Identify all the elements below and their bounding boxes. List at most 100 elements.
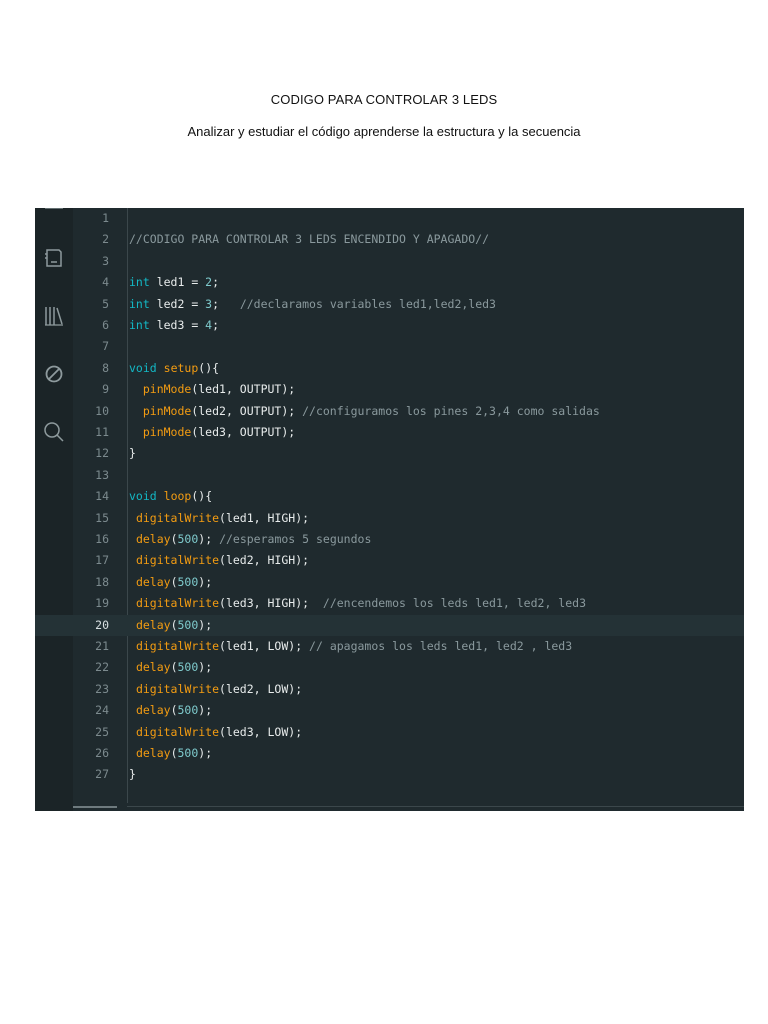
code-token: ; [212, 296, 240, 311]
code-line[interactable]: 24 delay(500); [35, 700, 744, 721]
code-token: 500 [177, 617, 199, 632]
code-token: (led1, LOW); [219, 639, 310, 653]
code-token: (){ [198, 360, 220, 375]
code-text: } [129, 764, 136, 785]
code-line[interactable]: 18 delay(500); [35, 572, 744, 593]
code-text: void loop(){ [129, 486, 212, 507]
code-token: } [129, 446, 136, 461]
code-token: (led3, HIGH); [219, 596, 323, 611]
code-token: //declaramos variables led1,led2,led3 [239, 296, 496, 311]
code-token: digitalWrite [135, 596, 220, 611]
line-number: 25 [95, 724, 109, 739]
editor-bottom-border [127, 806, 744, 807]
line-number: 26 [95, 746, 109, 760]
document-title: CODIGO PARA CONTROLAR 3 LEDS [270, 92, 498, 107]
code-token: pinMode [142, 382, 192, 397]
code-token: pinMode [142, 425, 192, 439]
code-text: digitalWrite(led1, HIGH); [129, 508, 309, 529]
code-token: delay [135, 617, 171, 632]
code-text: digitalWrite(led2, HIGH); [129, 550, 309, 571]
code-token: //CODIGO PARA CONTROLAR 3 LEDS ENCENDIDO… [129, 232, 490, 247]
code-line[interactable]: 11 pinMode(led3, OUTPUT); [35, 422, 744, 443]
code-line[interactable]: 14 void loop(){ [35, 486, 744, 507]
code-line[interactable]: 10 pinMode(led2, OUTPUT); //configuramos… [35, 401, 744, 422]
code-line[interactable]: 1 [35, 208, 744, 229]
line-number: 6 [102, 318, 109, 332]
code-text: } [129, 443, 136, 464]
code-token: int [129, 275, 150, 290]
code-text: digitalWrite(led3, HIGH); //encendemos l… [129, 593, 586, 614]
code-token: (led1, HIGH); [219, 510, 310, 525]
code-text: delay(500); [129, 615, 212, 636]
line-number: 14 [95, 489, 109, 504]
code-line[interactable]: 19 digitalWrite(led3, HIGH); //encendemo… [35, 593, 744, 614]
code-line[interactable]: 21 digitalWrite(led1, LOW); // apagamos … [35, 636, 744, 657]
code-token: ); [198, 746, 213, 760]
code-token: delay [135, 532, 171, 546]
code-token: setup [163, 360, 199, 375]
code-line[interactable]: 25 digitalWrite(led3, LOW); [35, 722, 744, 743]
code-token: (){ [191, 489, 213, 504]
code-line[interactable]: 9 pinMode(led1, OUTPUT); [35, 379, 744, 400]
code-token: ( [170, 617, 178, 632]
line-number: 16 [95, 532, 109, 546]
code-text: digitalWrite(led2, LOW); [129, 679, 302, 700]
line-number: 9 [102, 382, 109, 397]
code-line[interactable]: 20 delay(500); [35, 614, 744, 636]
code-text: //CODIGO PARA CONTROLAR 3 LEDS ENCENDIDO… [129, 229, 489, 250]
code-line[interactable]: 17 digitalWrite(led2, HIGH); [35, 550, 744, 571]
code-token: (led3, LOW); [219, 724, 303, 739]
code-text: delay(500); [129, 572, 212, 593]
line-number: 4 [102, 275, 109, 290]
code-token: } [129, 767, 136, 782]
code-text: pinMode(led2, OUTPUT); //configuramos lo… [129, 401, 600, 422]
code-token: int [129, 296, 150, 311]
code-token: 500 [177, 746, 199, 760]
code-line[interactable]: 27} [35, 764, 744, 785]
code-token: ); [198, 617, 213, 632]
code-line[interactable]: 23 digitalWrite(led2, LOW); [35, 679, 744, 700]
code-line[interactable]: 4 int led1 = 2; [35, 272, 744, 293]
line-number: 3 [102, 253, 109, 268]
line-number: 7 [102, 339, 109, 354]
code-line[interactable]: 7 [35, 336, 744, 357]
line-number: 13 [95, 467, 109, 482]
code-token: ); [198, 703, 213, 718]
code-text: int led2 = 3; //declaramos variables led… [129, 294, 496, 315]
line-number: 23 [95, 681, 109, 696]
code-token: led3 = [149, 318, 206, 332]
code-token: // apagamos los leds led1, led2 , led3 [309, 639, 573, 653]
code-line[interactable]: 12} [35, 443, 744, 464]
line-number: 1 [102, 211, 109, 225]
code-line[interactable]: 26 delay(500); [35, 743, 744, 764]
code-line[interactable]: 5 int led2 = 3; //declaramos variables le… [35, 294, 744, 315]
document-subtitle: Analizar y estudiar el código aprenderse… [187, 124, 581, 139]
code-token: (led1, OUTPUT); [191, 382, 296, 397]
code-line[interactable]: 15 digitalWrite(led1, HIGH); [35, 508, 744, 529]
code-line[interactable]: 3 [35, 251, 744, 272]
code-line[interactable]: 22 delay(500); [35, 657, 744, 678]
code-line[interactable]: 8 void setup(){ [35, 358, 744, 379]
code-token: 500 [177, 660, 199, 675]
code-token: delay [135, 660, 171, 675]
code-text: pinMode(led3, OUTPUT); [129, 422, 295, 443]
code-token: led1 = [149, 275, 206, 290]
code-token: digitalWrite [135, 681, 220, 696]
code-token: ; [212, 318, 220, 332]
code-token: digitalWrite [135, 639, 220, 653]
code-token: ); [198, 574, 213, 589]
code-text: int led1 = 2; [129, 272, 219, 293]
line-number: 20 [95, 617, 109, 632]
code-line[interactable]: 2 //CODIGO PARA CONTROLAR 3 LEDS ENCENDID… [35, 229, 744, 250]
code-token: ( [170, 574, 178, 589]
code-text: delay(500); //esperamos 5 segundos [129, 529, 371, 550]
code-line[interactable]: 6 int led3 = 4; [35, 315, 744, 336]
line-number: 27 [95, 767, 109, 782]
code-line[interactable]: 16 delay(500); //esperamos 5 segundos [35, 529, 744, 550]
code-line[interactable]: 13 [35, 465, 744, 486]
